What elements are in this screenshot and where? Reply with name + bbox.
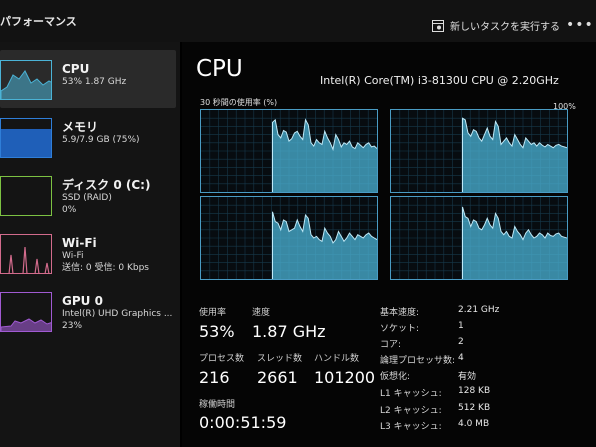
disk-thumbnail	[0, 176, 52, 216]
logical-processor-graph	[200, 109, 378, 193]
handles-label: ハンドル数	[314, 354, 360, 364]
title-bar: パフォーマンス 新しいタスクを実行する •••	[0, 0, 596, 42]
threads-label: スレッド数	[257, 354, 303, 364]
sidebar-item-gpu[interactable]: GPU 0 Intel(R) UHD Graphics ... 23%	[0, 282, 176, 340]
detail-value: 512 KB	[458, 403, 491, 413]
sidebar-item-disk[interactable]: ディスク 0 (C:) SSD (RAID) 0%	[0, 166, 176, 224]
graph-caption: 30 秒間の使用率 (%)	[200, 98, 278, 107]
cpu-model-name: Intel(R) Core(TM) i3-8130U CPU @ 2.20GHz	[320, 74, 559, 87]
sidebar-item-detail: 0%	[62, 205, 77, 215]
detail-key: 基本速度:	[380, 308, 420, 318]
detail-value: 2.21 GHz	[458, 305, 500, 315]
sidebar-item-cpu[interactable]: CPU 53% 1.87 GHz	[0, 50, 176, 108]
cpu-usage-area	[462, 206, 567, 279]
wifi-thumbnail	[0, 234, 52, 274]
detail-value: 有効	[458, 372, 477, 382]
logical-processor-graph	[390, 109, 568, 193]
detail-value: 4.0 MB	[458, 419, 490, 429]
detail-value: 128 KB	[458, 386, 491, 396]
logical-processor-graph	[200, 196, 378, 280]
run-new-task-label: 新しいタスクを実行する	[450, 22, 560, 33]
logical-processor-graph	[390, 196, 568, 280]
sidebar-item-detail: 53% 1.87 GHz	[62, 77, 127, 87]
processes-label: プロセス数	[199, 354, 245, 364]
detail-value: 4	[458, 353, 464, 363]
sidebar-item-label: メモリ	[62, 120, 99, 134]
sidebar-item-memory[interactable]: メモリ 5.9/7.9 GB (75%)	[0, 108, 176, 166]
detail-key: L2 キャッシュ:	[380, 406, 442, 416]
usage-label: 使用率	[199, 308, 227, 318]
sidebar-item-detail: Intel(R) UHD Graphics ...	[62, 309, 173, 319]
threads-value: 2661	[257, 368, 298, 387]
run-task-icon	[432, 19, 444, 32]
speed-label: 速度	[252, 308, 271, 318]
sidebar-item-label: Wi-Fi	[62, 236, 97, 250]
more-options-icon[interactable]: •••	[566, 18, 594, 32]
sidebar-item-detail: Wi-Fi	[62, 251, 84, 261]
gpu-thumbnail	[0, 292, 52, 332]
sidebar: CPU 53% 1.87 GHz メモリ 5.9/7.9 GB (75%) ディ…	[0, 42, 180, 447]
sidebar-item-detail: 5.9/7.9 GB (75%)	[62, 135, 140, 145]
detail-key: コア:	[380, 340, 402, 350]
detail-key: 論理プロセッサ数:	[380, 356, 456, 366]
detail-key: L3 キャッシュ:	[380, 422, 442, 432]
detail-key: 仮想化:	[380, 372, 411, 382]
sidebar-item-detail: 23%	[62, 321, 83, 331]
uptime-value: 0:00:51:59	[199, 413, 287, 432]
detail-value: 2	[458, 337, 464, 347]
sidebar-item-detail: 送信: 0 受信: 0 Kbps	[62, 263, 149, 273]
processes-value: 216	[199, 368, 230, 387]
cpu-thumbnail	[0, 60, 52, 100]
sidebar-item-detail: SSD (RAID)	[62, 193, 112, 203]
detail-key: ソケット:	[380, 324, 420, 334]
sidebar-item-label: ディスク 0 (C:)	[62, 178, 151, 192]
usage-value: 53%	[199, 322, 235, 341]
sidebar-item-label: GPU 0	[62, 294, 103, 308]
sidebar-item-wifi[interactable]: Wi-Fi Wi-Fi 送信: 0 受信: 0 Kbps	[0, 224, 176, 282]
page-title: パフォーマンス	[0, 15, 77, 28]
run-new-task-button[interactable]: 新しいタスクを実行する	[432, 18, 560, 33]
cpu-usage-area	[462, 118, 567, 192]
handles-value: 101200	[314, 368, 376, 387]
cpu-heading: CPU	[196, 56, 243, 82]
detail-value: 1	[458, 321, 464, 331]
memory-thumbnail	[0, 118, 52, 158]
speed-value: 1.87 GHz	[252, 322, 326, 341]
uptime-label: 稼働時間	[199, 400, 236, 410]
sidebar-item-label: CPU	[62, 62, 90, 76]
detail-key: L1 キャッシュ:	[380, 389, 442, 399]
